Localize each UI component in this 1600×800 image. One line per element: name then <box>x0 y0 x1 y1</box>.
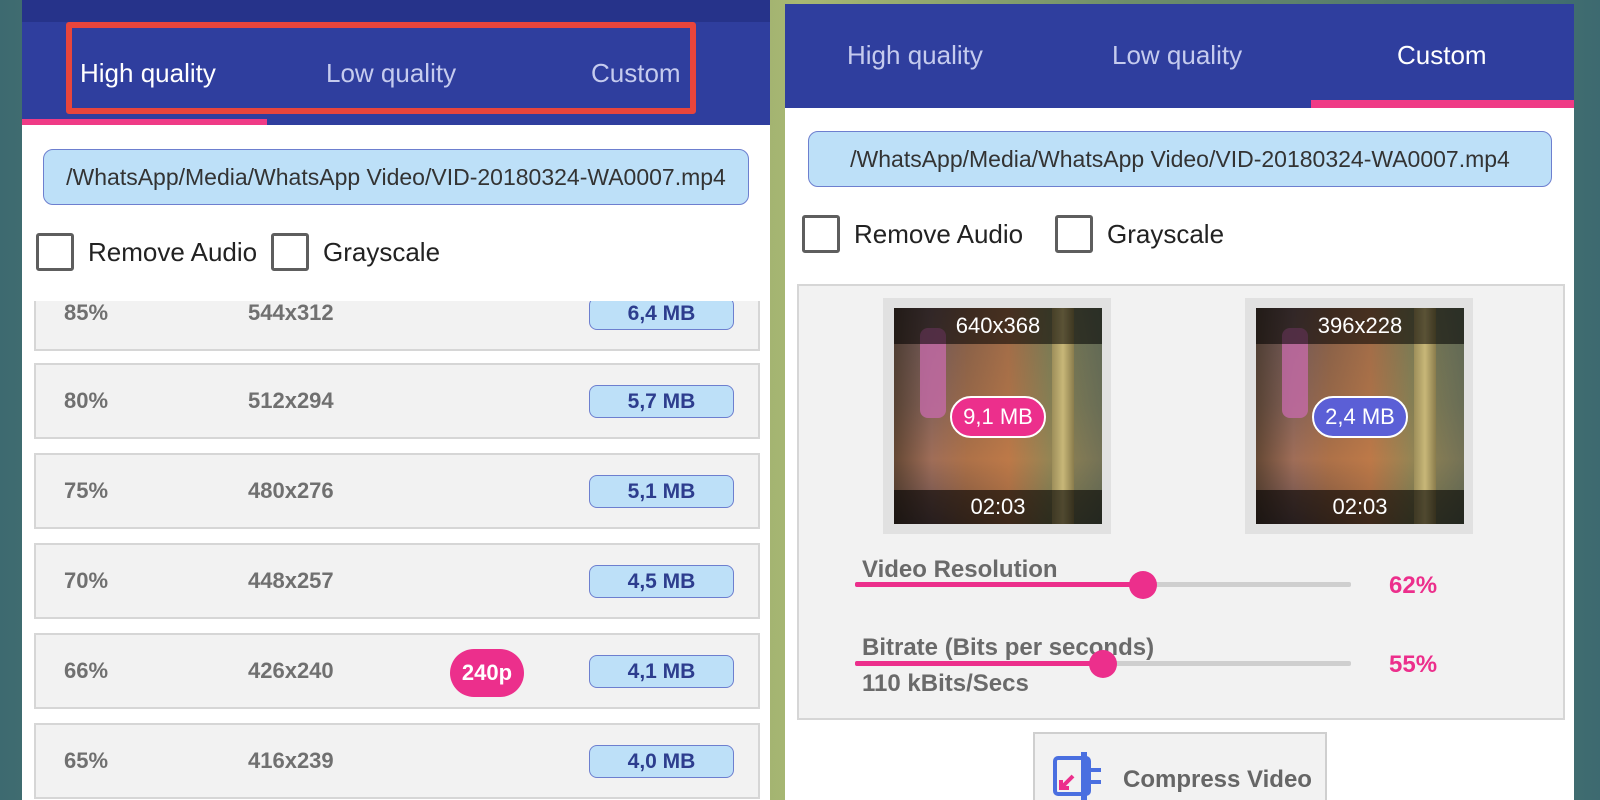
slider-thumb[interactable] <box>1089 650 1117 678</box>
list-item[interactable]: 80% 512x294 5,7 MB <box>34 363 760 439</box>
file-path-field[interactable]: /WhatsApp/Media/WhatsApp Video/VID-20180… <box>808 131 1552 187</box>
list-item[interactable]: 66% 426x240 240p 4,1 MB <box>34 633 760 709</box>
right-screen: High quality Low quality Custom /WhatsAp… <box>785 4 1574 800</box>
list-item[interactable]: 75% 480x276 5,1 MB <box>34 453 760 529</box>
resolution-label: 544x312 <box>248 301 334 325</box>
video-resolution-value: 62% <box>1389 572 1438 599</box>
list-item[interactable]: 70% 448x257 4,5 MB <box>34 543 760 619</box>
tab-low-quality[interactable]: Low quality <box>1112 40 1242 71</box>
status-strip <box>22 0 770 22</box>
percent-label: 75% <box>64 478 109 503</box>
original-video-preview: 640x368 9,1 MB 02:03 <box>883 298 1111 534</box>
resolution-label: 416x239 <box>248 748 334 773</box>
remove-audio-checkbox[interactable] <box>36 233 74 271</box>
grayscale-checkbox[interactable] <box>1055 215 1093 253</box>
custom-settings-panel: 640x368 9,1 MB 02:03 396x228 2,4 MB 02:0… <box>797 284 1565 720</box>
file-path-field[interactable]: /WhatsApp/Media/WhatsApp Video/VID-20180… <box>43 149 749 205</box>
left-screen: High quality Low quality Custom /WhatsAp… <box>22 0 770 800</box>
bitrate-value: 55% <box>1389 651 1438 678</box>
video-resolution-label: Video Resolution <box>862 556 1058 583</box>
size-badge: 5,7 MB <box>589 385 734 418</box>
slider-thumb[interactable] <box>1128 571 1157 599</box>
remove-audio-option[interactable]: Remove Audio <box>36 233 257 271</box>
size-badge: 4,5 MB <box>589 565 734 598</box>
grayscale-label: Grayscale <box>323 236 441 267</box>
remove-audio-checkbox[interactable] <box>802 215 840 253</box>
tab-bar: High quality Low quality Custom <box>785 4 1574 108</box>
resolution-label: 512x294 <box>248 388 334 413</box>
percent-label: 65% <box>64 748 109 773</box>
tab-bar: High quality Low quality Custom <box>22 0 770 125</box>
resolution-label: 448x257 <box>248 568 334 593</box>
original-size-badge: 9,1 MB <box>950 396 1046 438</box>
size-badge: 6,4 MB <box>589 301 734 330</box>
compressed-resolution: 396x228 <box>1256 308 1464 344</box>
size-badge: 4,0 MB <box>589 745 734 778</box>
grayscale-checkbox[interactable] <box>271 233 309 271</box>
list-item[interactable]: 85% 544x312 6,4 MB <box>34 301 760 351</box>
bitrate-slider[interactable] <box>855 650 1351 678</box>
compressed-duration: 02:03 <box>1256 490 1464 524</box>
list-item[interactable]: 65% 416x239 4,0 MB <box>34 723 760 799</box>
remove-audio-label: Remove Audio <box>854 218 1024 249</box>
compressed-video-preview: 396x228 2,4 MB 02:03 <box>1245 298 1473 534</box>
video-resolution-slider[interactable] <box>855 571 1351 599</box>
percent-label: 66% <box>64 658 109 683</box>
slider-fill <box>855 661 1103 666</box>
original-duration: 02:03 <box>894 490 1102 524</box>
original-resolution: 640x368 <box>894 308 1102 344</box>
compress-video-label: Compress Video <box>1123 766 1312 793</box>
active-tab-indicator <box>22 119 267 125</box>
tab-high-quality[interactable]: High quality <box>847 40 983 71</box>
resolution-tag-badge: 240p <box>450 649 524 697</box>
tab-custom[interactable]: Custom <box>1397 40 1487 71</box>
percent-label: 70% <box>64 568 109 593</box>
grayscale-option[interactable]: Grayscale <box>271 233 440 271</box>
percent-label: 80% <box>64 388 109 413</box>
remove-audio-label: Remove Audio <box>88 236 258 267</box>
quality-list[interactable]: 85% 544x312 6,4 MB 80% 512x294 5,7 MB 75… <box>22 301 770 800</box>
bitrate-kbits-label: 110 kBits/Secs <box>862 670 1029 697</box>
size-badge: 5,1 MB <box>589 475 734 508</box>
compressed-size-badge: 2,4 MB <box>1312 396 1408 438</box>
compress-video-button[interactable]: Compress Video <box>1033 732 1327 800</box>
video-thumbnail: 396x228 2,4 MB 02:03 <box>1256 308 1464 524</box>
grayscale-option[interactable]: Grayscale <box>1055 215 1224 253</box>
active-tab-indicator <box>1311 100 1574 108</box>
percent-label: 85% <box>64 301 109 325</box>
compress-icon <box>1053 752 1101 800</box>
size-badge: 4,1 MB <box>589 655 734 688</box>
slider-fill <box>855 582 1143 587</box>
resolution-label: 480x276 <box>248 478 334 503</box>
video-thumbnail: 640x368 9,1 MB 02:03 <box>894 308 1102 524</box>
grayscale-label: Grayscale <box>1107 218 1225 249</box>
remove-audio-option[interactable]: Remove Audio <box>802 215 1023 253</box>
resolution-label: 426x240 <box>248 658 334 683</box>
tabs-highlight-box <box>66 22 696 114</box>
